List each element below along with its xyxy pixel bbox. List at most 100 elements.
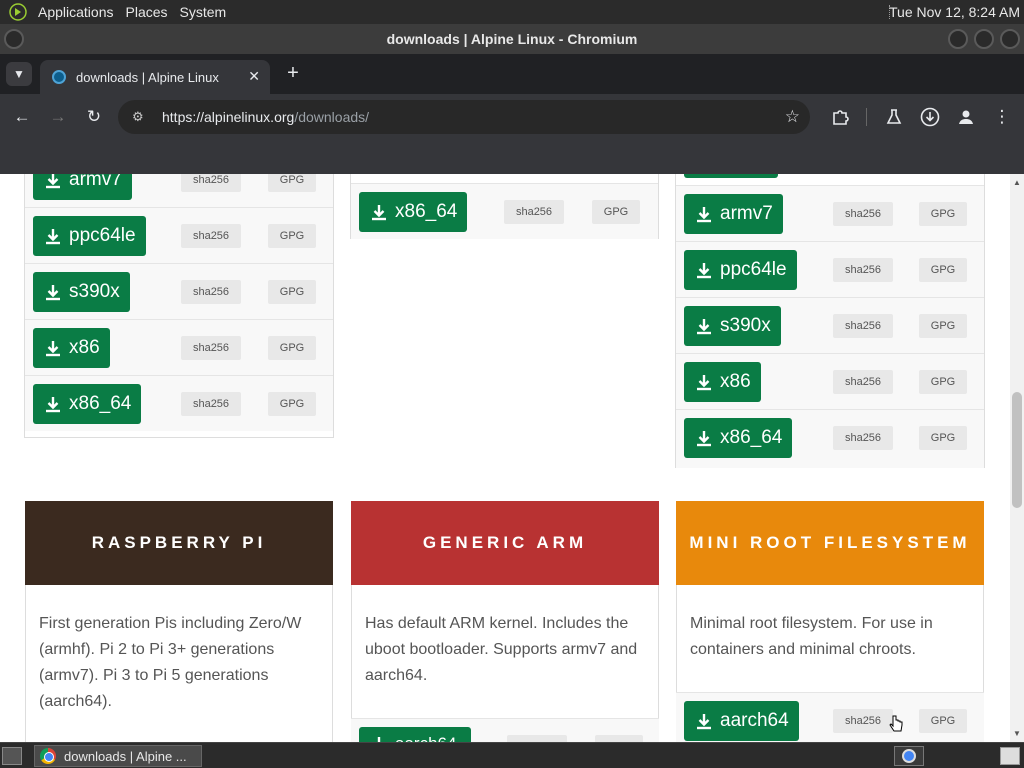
labs-button[interactable] — [883, 106, 905, 128]
card-header-raspberry-pi: RASPBERRY PI — [25, 501, 333, 585]
workspace-switcher[interactable] — [894, 746, 924, 766]
arch-label: s390x — [69, 281, 120, 302]
tab-close-icon[interactable]: ✕ — [248, 68, 260, 85]
new-tab-button[interactable]: + — [282, 62, 304, 84]
download-button-armv7[interactable]: armv7 — [33, 174, 132, 200]
download-button-aarch64-generic[interactable]: aarch64 — [359, 727, 471, 742]
scroll-down-icon[interactable]: ▼ — [1013, 729, 1021, 738]
clock[interactable]: Tue Nov 12, 8:24 AM — [889, 4, 1020, 20]
chromium-icon — [40, 748, 56, 764]
gpg-link[interactable] — [595, 735, 643, 742]
window-title: downloads | Alpine Linux - Chromium — [386, 31, 638, 47]
download-button-ppc64le[interactable]: ppc64le — [684, 250, 797, 290]
card-body-raspberry-pi: First generation Pis including Zero/W (a… — [25, 585, 333, 742]
bookmark-star-icon[interactable]: ☆ — [785, 107, 800, 127]
window-menu-button[interactable] — [4, 29, 24, 49]
url-path: /downloads/ — [294, 109, 370, 125]
maximize-button[interactable] — [974, 29, 994, 49]
gpg-link[interactable]: GPG — [919, 709, 967, 733]
download-button-x86[interactable]: x86 — [33, 328, 110, 368]
gpg-link[interactable]: GPG — [919, 258, 967, 282]
address-bar[interactable]: ⚙ https://alpinelinux.org/downloads/ ☆ — [118, 100, 810, 134]
table-row: ppc64le sha256 GPG — [25, 207, 333, 263]
gpg-link[interactable]: GPG — [268, 174, 316, 192]
gpg-link[interactable]: GPG — [268, 336, 316, 360]
sha256-link[interactable]: sha256 — [181, 224, 241, 248]
scroll-up-icon[interactable]: ▲ — [1013, 178, 1021, 187]
arch-label: armv7 — [69, 174, 122, 190]
table-row: aarch64 — [351, 718, 659, 742]
download-button-x86_64[interactable]: x86_64 — [359, 192, 468, 232]
menu-applications[interactable]: Applications — [32, 4, 120, 20]
download-circle-icon — [920, 107, 940, 127]
sha256-link[interactable]: sha256 — [833, 426, 893, 450]
table-row: aarch64 sha256 GPG — [676, 692, 984, 742]
arch-label: x86 — [720, 371, 751, 392]
gpg-link[interactable]: GPG — [268, 224, 316, 248]
trash-icon[interactable] — [1000, 747, 1020, 765]
download-panel-left: armv7 sha256 GPG ppc64le sha256 GPG s390… — [24, 174, 334, 438]
menu-places[interactable]: Places — [120, 4, 174, 20]
arch-label: x86_64 — [720, 427, 783, 448]
sha256-link[interactable]: sha256 — [833, 709, 893, 733]
sha256-link[interactable]: sha256 — [181, 174, 241, 192]
sha256-link[interactable]: sha256 — [181, 392, 241, 416]
window-titlebar[interactable]: downloads | Alpine Linux - Chromium — [0, 24, 1024, 54]
gpg-link[interactable]: GPG — [919, 426, 967, 450]
page-scrollbar[interactable]: ▲ ▼ — [1010, 174, 1024, 742]
download-button-partial[interactable] — [684, 174, 778, 178]
extensions-button[interactable] — [829, 106, 851, 128]
minimize-button[interactable] — [948, 29, 968, 49]
gpg-link[interactable]: GPG — [268, 280, 316, 304]
sha256-link[interactable] — [507, 735, 567, 742]
downloads-button[interactable] — [919, 106, 941, 128]
arch-label: aarch64 — [720, 710, 789, 731]
download-button-ppc64le[interactable]: ppc64le — [33, 216, 146, 256]
tab-strip: ▼ downloads | Alpine Linux ✕ + — [0, 54, 1024, 94]
download-icon — [372, 205, 386, 221]
sha256-link[interactable]: sha256 — [833, 202, 893, 226]
menu-button[interactable]: ⋮ — [991, 106, 1013, 128]
download-button-s390x[interactable]: s390x — [33, 272, 130, 312]
arrow-right-icon: → — [49, 107, 67, 126]
arrow-left-icon: ← — [13, 107, 31, 126]
gpg-link[interactable]: GPG — [919, 314, 967, 338]
download-button-aarch64[interactable]: aarch64 — [684, 701, 799, 741]
gpg-link[interactable]: GPG — [919, 202, 967, 226]
sha256-link[interactable]: sha256 — [833, 258, 893, 282]
sha256-link[interactable]: sha256 — [833, 314, 893, 338]
tab-search-button[interactable]: ▼ — [6, 62, 32, 86]
tab-downloads[interactable]: downloads | Alpine Linux ✕ — [40, 60, 270, 94]
reload-icon: ↻ — [86, 107, 102, 126]
scrollbar-thumb[interactable] — [1012, 392, 1022, 508]
download-button-x86_64[interactable]: x86_64 — [33, 384, 142, 424]
menu-system[interactable]: System — [174, 4, 233, 20]
download-button-s390x[interactable]: s390x — [684, 306, 781, 346]
close-window-button[interactable] — [1000, 29, 1020, 49]
card-title: GENERIC ARM — [422, 533, 588, 552]
download-button-x86[interactable]: x86 — [684, 362, 761, 402]
sha256-link[interactable]: sha256 — [833, 370, 893, 394]
table-row: x86 sha256 GPG — [676, 353, 984, 409]
download-button-x86_64[interactable]: x86_64 — [684, 418, 793, 458]
profile-button[interactable] — [955, 106, 977, 128]
table-row: s390x sha256 GPG — [25, 263, 333, 319]
forward-button[interactable]: → — [47, 106, 69, 128]
sha256-link[interactable]: sha256 — [181, 336, 241, 360]
flask-icon — [886, 109, 902, 124]
reload-button[interactable]: ↻ — [83, 106, 105, 128]
gpg-link[interactable]: GPG — [268, 392, 316, 416]
site-info-icon[interactable]: ⚙ — [132, 109, 152, 125]
hand-cursor-icon — [889, 715, 903, 732]
taskbar-item-chromium[interactable]: downloads | Alpine ... — [34, 745, 202, 767]
sha256-link[interactable]: sha256 — [504, 200, 564, 224]
card-header-mini-root-filesystem: MINI ROOT FILESYSTEM — [676, 501, 984, 585]
gpg-link[interactable]: GPG — [592, 200, 640, 224]
card-header-generic-arm: GENERIC ARM — [351, 501, 659, 585]
distro-logo-icon[interactable] — [8, 3, 28, 21]
sha256-link[interactable]: sha256 — [181, 280, 241, 304]
show-desktop-icon[interactable] — [2, 747, 22, 765]
back-button[interactable]: ← — [11, 106, 33, 128]
download-button-armv7[interactable]: armv7 — [684, 194, 783, 234]
gpg-link[interactable]: GPG — [919, 370, 967, 394]
